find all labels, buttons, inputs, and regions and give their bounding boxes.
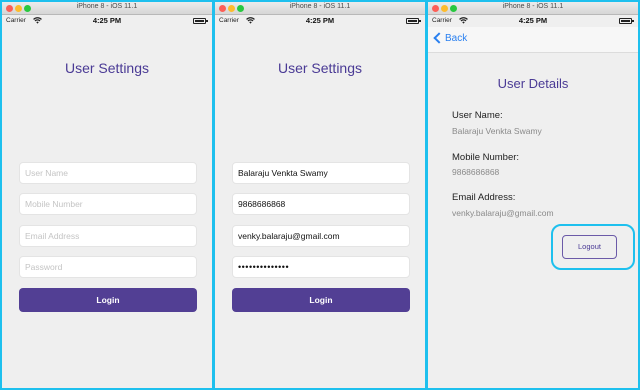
window-titlebar: iPhone 8 - iOS 11.1 xyxy=(2,2,212,15)
window-title: iPhone 8 - iOS 11.1 xyxy=(502,3,564,10)
username-field[interactable]: Balaraju Venkta Swamy xyxy=(232,162,410,184)
window-titlebar: iPhone 8 - iOS 11.1 xyxy=(428,2,638,15)
battery-icon xyxy=(406,18,421,24)
email-address-label: Email Address: xyxy=(452,192,516,203)
navigation-bar: Back xyxy=(428,27,638,53)
user-name-label: User Name: xyxy=(452,110,503,121)
simulator-panel-filled-form: iPhone 8 - iOS 11.1 Carrier 4:25 PM User… xyxy=(213,0,427,390)
window-title: iPhone 8 - iOS 11.1 xyxy=(76,3,138,10)
battery-icon xyxy=(619,18,634,24)
email-address-value: venky.balaraju@gmail.com xyxy=(452,208,554,218)
username-field[interactable]: User Name xyxy=(19,162,197,184)
window-titlebar: iPhone 8 - iOS 11.1 xyxy=(215,2,425,15)
simulator-panel-empty-form: iPhone 8 - iOS 11.1 Carrier 4:25 PM User… xyxy=(0,0,214,390)
page-title: User Settings xyxy=(277,60,363,76)
status-time: 4:25 PM xyxy=(518,16,548,25)
status-bar: Carrier 4:25 PM xyxy=(428,15,638,27)
logout-button[interactable]: Logout xyxy=(562,235,617,259)
mobile-number-label: Mobile Number: xyxy=(452,152,520,163)
mobile-number-value: 9868686868 xyxy=(452,167,500,177)
simulator-panel-user-details: iPhone 8 - iOS 11.1 Carrier 4:25 PM Back… xyxy=(426,0,640,390)
page-title: User Settings xyxy=(64,60,150,76)
status-bar: Carrier 4:25 PM xyxy=(2,15,212,27)
battery-icon xyxy=(193,18,208,24)
email-field[interactable]: venky.balaraju@gmail.com xyxy=(232,225,410,247)
window-title: iPhone 8 - iOS 11.1 xyxy=(289,3,351,10)
status-bar: Carrier 4:25 PM xyxy=(215,15,425,27)
mobile-number-field[interactable]: Mobile Number xyxy=(19,193,197,215)
status-time: 4:25 PM xyxy=(92,16,122,25)
password-field[interactable]: •••••••••••••• xyxy=(232,256,410,278)
status-time: 4:25 PM xyxy=(305,16,335,25)
login-button[interactable]: Login xyxy=(232,288,410,312)
password-field[interactable]: Password xyxy=(19,256,197,278)
back-button[interactable]: Back xyxy=(445,33,467,44)
user-name-value: Balaraju Venkta Swamy xyxy=(452,126,542,136)
login-button[interactable]: Login xyxy=(19,288,197,312)
back-chevron-icon[interactable] xyxy=(433,32,445,44)
page-title: User Details xyxy=(497,76,569,91)
mobile-number-field[interactable]: 9868686868 xyxy=(232,193,410,215)
email-field[interactable]: Email Address xyxy=(19,225,197,247)
